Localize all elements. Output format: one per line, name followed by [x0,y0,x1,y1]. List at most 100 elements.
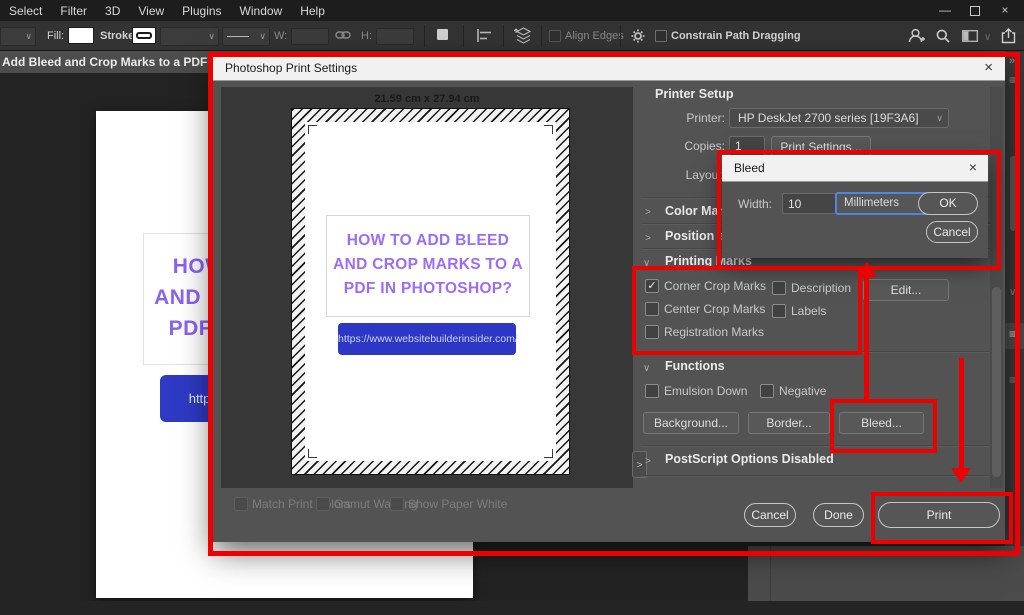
background-button[interactable]: Background... [643,412,739,434]
crop-mark-icon [308,125,317,134]
emulsion-down-label: Emulsion Down [664,384,747,398]
shape-width-field[interactable] [291,28,329,45]
shape-height-field[interactable] [376,28,414,45]
menu-3d[interactable]: 3D [96,4,129,18]
menu-help[interactable]: Help [291,4,334,18]
copies-field[interactable] [729,136,765,156]
chevron-right-icon: > [645,207,651,218]
preview-headline-line: AND CROP MARKS TO A [327,253,529,277]
stroke-preview-icon [136,32,152,39]
print-preview-panel: 21.59 cm x 27.94 cm HOW TO ADD BLEED AND… [221,87,633,488]
dock-scrollbar-thumb[interactable] [1010,156,1017,231]
description-checkbox[interactable] [772,281,786,295]
section-functions[interactable]: Functions [665,359,725,373]
status-bar [0,601,1024,615]
chevron-right-icon: > [645,233,651,244]
workspace-panel-icon[interactable] [962,30,978,42]
menu-select[interactable]: Select [0,4,51,18]
corner-crop-marks-label: Corner Crop Marks [664,279,766,293]
menu-view[interactable]: View [129,4,173,18]
paper-size-label: 21.59 cm x 27.94 cm [221,93,633,105]
bleed-unit-value: Millimeters [844,197,899,209]
chevron-down-icon[interactable]: ∨ [984,32,991,43]
menu-window[interactable]: Window [231,4,292,18]
fill-label: Fill: [47,30,64,42]
preview-url-button: https://www.websitebuilderinsider.com/ [338,323,516,355]
cancel-button[interactable]: Cancel [744,503,796,527]
share-user-icon[interactable] [908,28,925,44]
bleed-close-icon[interactable]: × [969,159,977,175]
preview-headline-line: HOW TO ADD BLEED [327,229,529,253]
window-close-button[interactable]: × [990,0,1020,21]
window-minimize-button[interactable]: — [930,0,960,21]
share-export-icon[interactable] [1001,28,1016,44]
center-crop-marks-checkbox[interactable] [645,302,659,316]
registration-marks-checkbox[interactable] [645,325,659,339]
link-dimensions-icon[interactable] [335,28,351,42]
emulsion-down-checkbox[interactable] [645,384,659,398]
window-restore-button[interactable] [960,0,990,21]
stroke-type-dropdown[interactable]: ∨ [222,27,270,46]
dialog-close-icon[interactable]: × [984,59,993,76]
stroke-line-icon [227,36,249,37]
path-alignment-icon[interactable] [477,29,493,42]
bleed-dialog-title: Bleed [734,161,765,175]
bleed-title-bar: Bleed × [722,155,988,182]
panel-menu-icon: ≡ [1009,327,1016,341]
panel-tab[interactable]: ≡ [1005,323,1024,349]
print-button[interactable]: Print [878,502,1000,528]
printer-dropdown[interactable]: HP DeskJet 2700 series [19F3A6] ∨ [729,108,949,128]
path-operations-icon[interactable] [437,29,448,40]
center-crop-marks-label: Center Crop Marks [664,302,765,316]
section-postscript[interactable]: PostScript Options Disabled [665,452,834,466]
bleed-cancel-button[interactable]: Cancel [926,221,978,243]
show-paper-white-label: Show Paper White [408,497,507,511]
edit-button[interactable]: Edit... [863,279,949,301]
stroke-swatch[interactable] [132,27,156,44]
corner-crop-marks-checkbox[interactable]: ✓ [645,279,659,293]
border-button[interactable]: Border... [748,412,830,434]
chevron-down-icon: ∨ [643,258,650,269]
gear-icon[interactable] [631,29,645,43]
printer-value: HP DeskJet 2700 series [19F3A6] [738,111,919,125]
bleed-dialog: Bleed × Width: Millimeters ∨ OK Cancel [722,155,988,258]
constrain-path-checkbox[interactable] [655,30,667,42]
done-button[interactable]: Done [813,503,864,527]
bleed-width-field[interactable] [782,193,836,214]
dialog-title: Photoshop Print Settings [225,61,357,75]
settings-scrollbar-track [990,87,1003,488]
chevron-down-icon: ∨ [643,363,650,374]
fill-swatch[interactable] [68,27,94,44]
menu-plugins[interactable]: Plugins [173,4,230,18]
menu-filter[interactable]: Filter [51,4,96,18]
negative-checkbox[interactable] [760,384,774,398]
bleed-button[interactable]: Bleed... [839,412,924,434]
labels-checkbox[interactable] [772,304,786,318]
path-arrangement-icon[interactable] [514,27,533,45]
bleed-width-label: Width: [738,197,772,211]
show-paper-white-checkbox [390,497,404,511]
registration-marks-label: Registration Marks [664,325,764,339]
chevron-down-icon: ∨ [936,109,943,127]
chevron-down-icon[interactable]: ∨ [1009,287,1016,298]
settings-scrollbar-thumb[interactable] [992,287,1001,477]
crop-mark-icon [544,449,553,458]
panel-dock: » ≡ ∨ ≡ ≡ [1005,51,1024,546]
align-edges-checkbox [549,30,561,42]
restore-icon [970,6,980,16]
negative-label: Negative [779,384,826,398]
bleed-ok-button[interactable]: OK [918,192,978,215]
printer-label: Printer: [653,111,725,125]
dialog-title-bar: Photoshop Print Settings × [213,57,1005,81]
search-icon[interactable] [936,29,950,43]
checkmark-icon: ✓ [647,280,656,292]
shape-width-label: W: [274,30,287,42]
menu-bar: Select Filter 3D View Plugins Window Hel… [0,0,1024,21]
collapse-panels-icon[interactable]: » [1009,55,1015,67]
panel-menu-icon[interactable]: ≡ [1009,73,1016,87]
stroke-width-dropdown[interactable]: ∨ [160,27,219,46]
layout-label: Layout: [653,168,725,182]
chevron-right-icon: > [645,456,651,467]
panel-menu-icon[interactable]: ≡ [1009,373,1016,387]
options-bar: ∨ Fill: Stroke: ∨ ∨ W: H: Align Edges Co… [0,21,1024,51]
